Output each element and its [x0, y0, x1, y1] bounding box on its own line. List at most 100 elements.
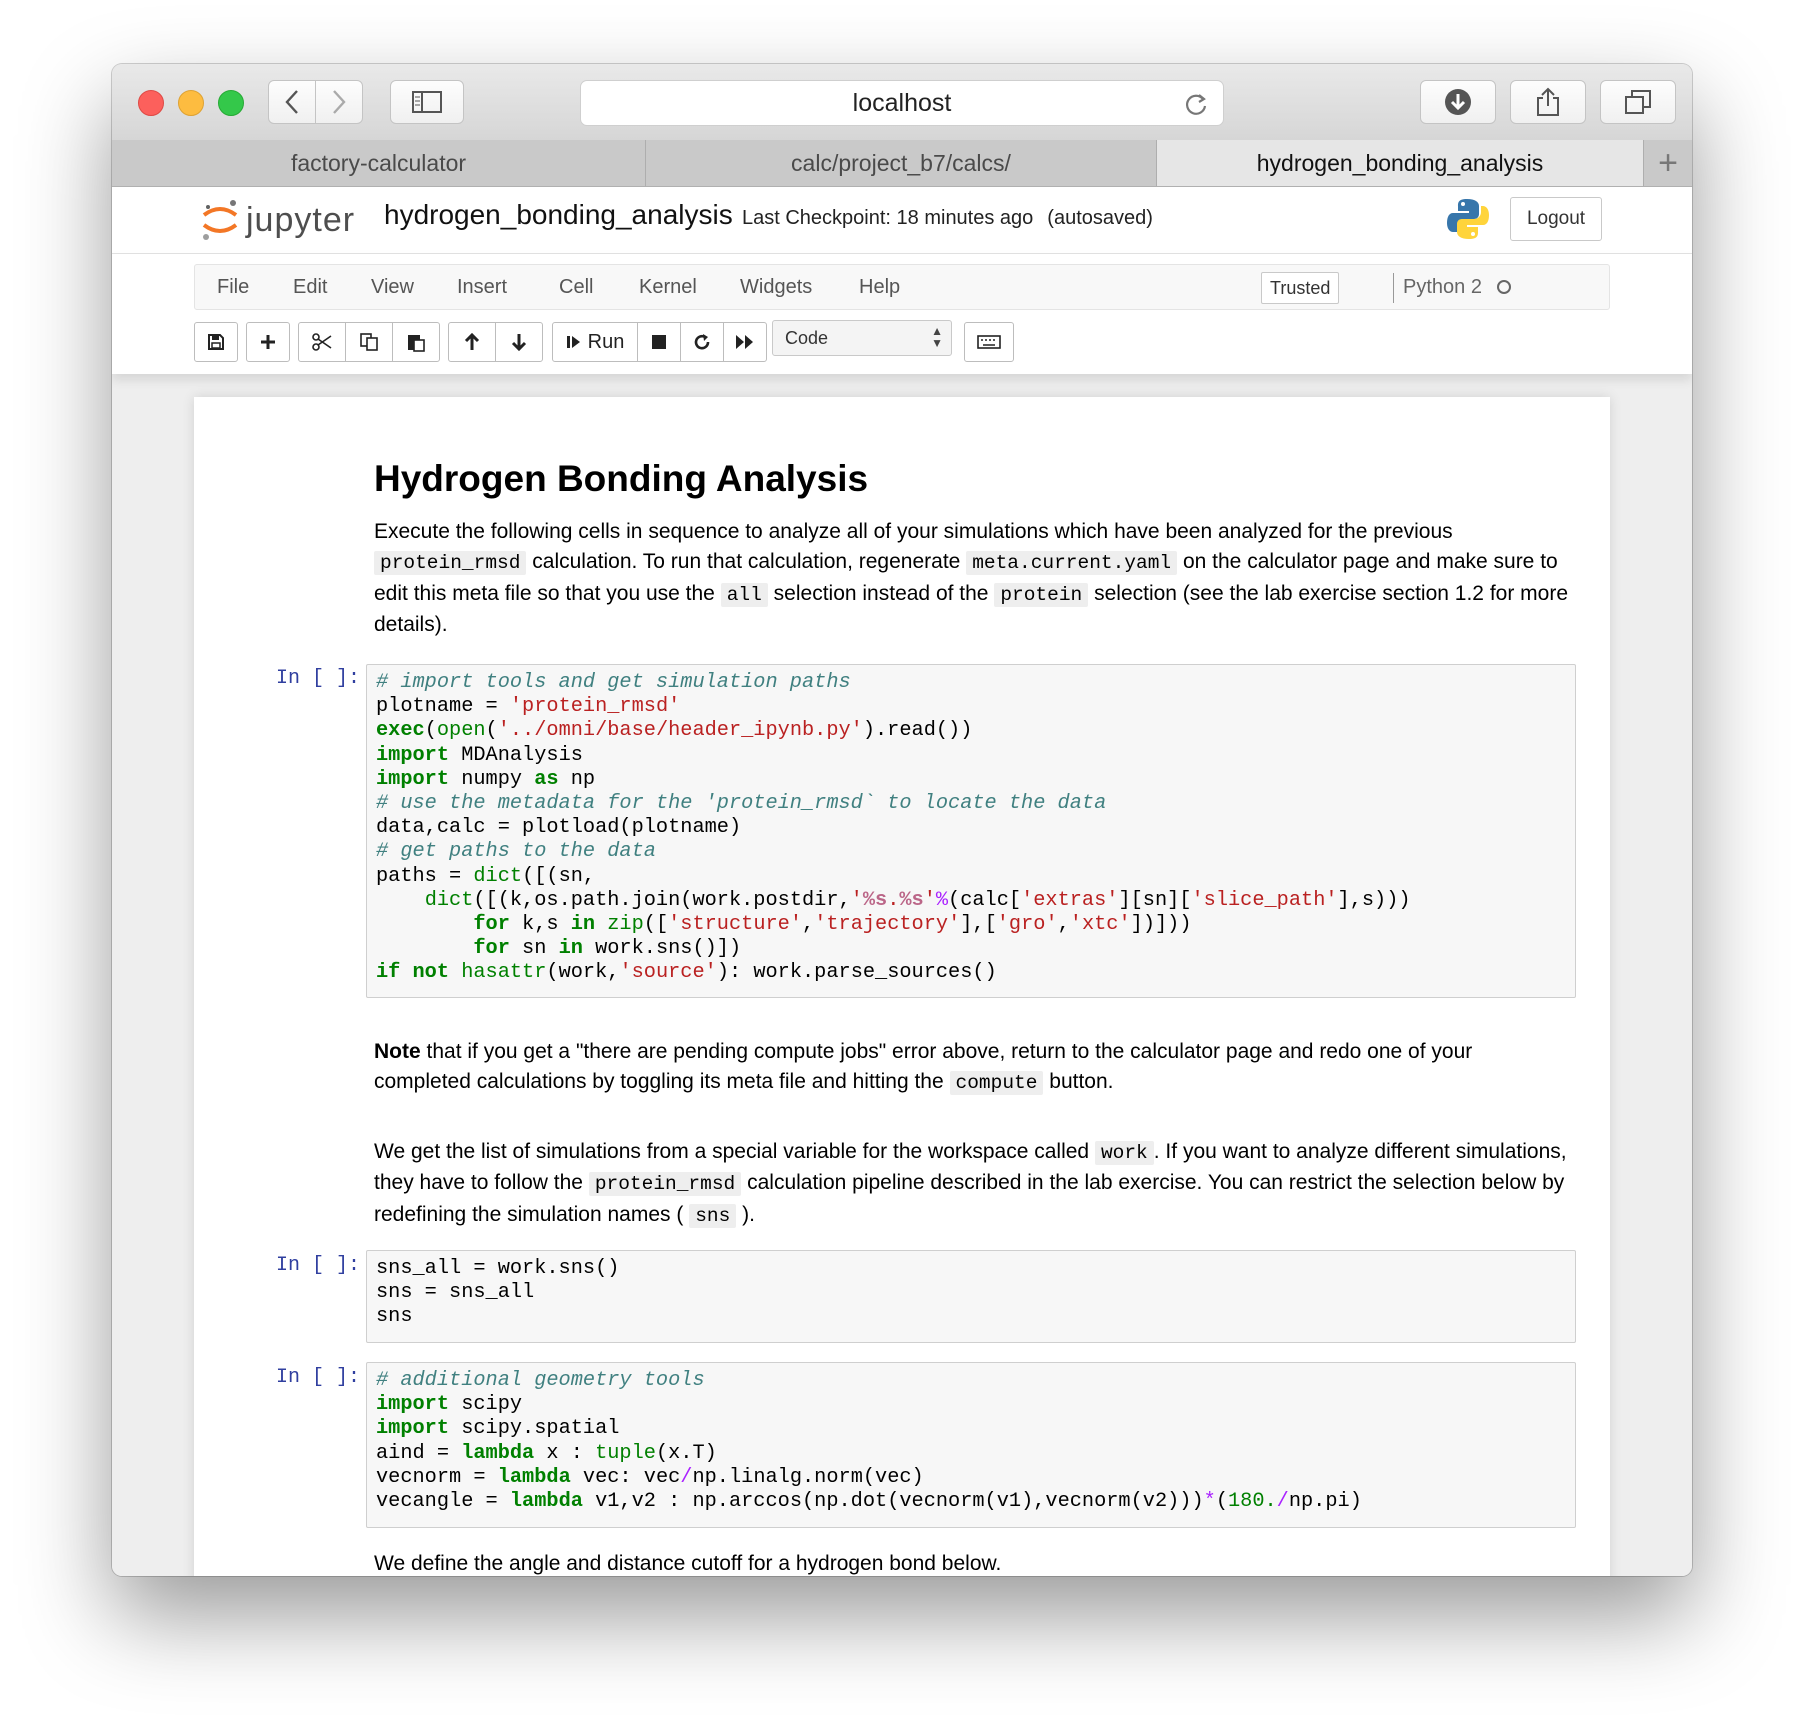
arrow-up-icon [464, 332, 480, 350]
browser-tab-hydrogen-bonding[interactable]: hydrogen_bonding_analysis [1157, 140, 1644, 186]
tabs-overview-icon [1625, 90, 1651, 114]
chevron-left-icon [285, 90, 298, 114]
cell-type-select[interactable]: Code ▲ ▼ [772, 320, 952, 356]
logout-button[interactable]: Logout [1510, 197, 1602, 241]
jupyter-logo-text: jupyter [246, 200, 356, 239]
inline-code-compute: compute [949, 1071, 1044, 1096]
inline-code-protein-rmsd-2: protein_rmsd [588, 1172, 742, 1197]
note-text-2: button. [1049, 1070, 1114, 1094]
menu-insert[interactable]: Insert [457, 276, 507, 299]
code-cell-3-source[interactable]: # additional geometry tools import scipy… [367, 1363, 1575, 1520]
code-cell-3[interactable]: # additional geometry tools import scipy… [366, 1362, 1576, 1528]
menu-help[interactable]: Help [859, 276, 900, 299]
intro-text-4: selection instead of the [773, 581, 989, 605]
cell-type-value: Code [785, 327, 829, 348]
run-label: Run [587, 330, 625, 353]
fast-forward-icon [736, 335, 753, 349]
download-icon [1445, 89, 1471, 115]
restart-kernel-button[interactable] [680, 322, 724, 362]
sidebar-icon [412, 91, 442, 113]
menu-file[interactable]: File [217, 276, 249, 299]
scissors-icon [312, 333, 332, 351]
zoom-window-button[interactable] [218, 90, 244, 116]
keyboard-icon [977, 335, 1001, 349]
intro-paragraph: Execute the following cells in sequence … [374, 517, 1574, 640]
note-bold: Note [374, 1040, 421, 1063]
move-cell-down-button[interactable] [495, 322, 543, 362]
plus-icon: + [1658, 143, 1678, 182]
sim-list-text-4: ). [742, 1202, 755, 1226]
new-tab-button[interactable]: + [1644, 140, 1692, 186]
share-button[interactable] [1510, 80, 1586, 124]
copy-icon [360, 333, 378, 351]
notebook-title: Hydrogen Bonding Analysis [374, 458, 869, 499]
markdown-cell-note[interactable]: Note that if you get a "there are pendin… [374, 1037, 1574, 1099]
sidebar-toggle-button[interactable] [390, 80, 464, 124]
kernel-separator [1393, 273, 1394, 303]
downloads-button[interactable] [1420, 80, 1496, 124]
cell-prompt: In [ ]: [275, 667, 360, 690]
jupyter-page: jupyter hydrogen_bonding_analysis Last C… [112, 187, 1692, 1576]
interrupt-kernel-button[interactable] [637, 322, 681, 362]
notebook-container: Hydrogen Bonding Analysis Execute the fo… [194, 397, 1610, 1576]
restart-icon [694, 334, 710, 350]
menu-kernel[interactable]: Kernel [639, 276, 697, 299]
forward-button[interactable] [315, 80, 363, 124]
code-cell-2-source[interactable]: sns_all = work.sns() sns = sns_all sns [367, 1251, 1575, 1336]
save-button[interactable] [194, 322, 238, 362]
restart-run-all-button[interactable] [723, 322, 767, 362]
jupyter-menubar: File Edit View Insert Cell Kernel Widget… [194, 264, 1610, 310]
jupyter-toolbar-area: File Edit View Insert Cell Kernel Widget… [112, 254, 1692, 374]
markdown-cell-sim-list[interactable]: We get the list of simulations from a sp… [374, 1137, 1574, 1231]
browser-tab-strip: factory-calculator calc/project_b7/calcs… [112, 140, 1692, 187]
url-text: localhost [852, 88, 952, 117]
menu-widgets[interactable]: Widgets [740, 276, 812, 299]
tab-overview-button[interactable] [1600, 80, 1676, 124]
markdown-cell-cutoff[interactable]: We define the angle and distance cutoff … [374, 1549, 1574, 1576]
step-forward-icon [566, 336, 580, 348]
browser-tab-calcs[interactable]: calc/project_b7/calcs/ [646, 140, 1157, 186]
python-logo [1446, 197, 1490, 246]
minimize-window-button[interactable] [178, 90, 204, 116]
inline-code-work: work [1094, 1141, 1154, 1165]
reload-icon[interactable] [1183, 91, 1209, 117]
browser-tab-label: factory-calculator [290, 149, 467, 176]
copy-cell-button[interactable] [345, 322, 393, 362]
browser-titlebar: localhost [112, 64, 1692, 141]
code-cell-1-source[interactable]: # import tools and get simulation paths … [367, 665, 1575, 992]
run-cell-button[interactable]: Run [552, 322, 638, 362]
browser-window: localhost factory-calculator calc/projec… [112, 64, 1692, 1576]
floppy-disk-icon [208, 334, 224, 350]
command-palette-button[interactable] [964, 322, 1014, 362]
kernel-name[interactable]: Python 2 [1403, 276, 1482, 299]
move-cell-up-button[interactable] [448, 322, 496, 362]
jupyter-logo[interactable]: jupyter [200, 197, 355, 243]
code-cell-2[interactable]: sns_all = work.sns() sns = sns_all sns [366, 1250, 1576, 1343]
markdown-cell-intro[interactable]: Hydrogen Bonding Analysis Execute the fo… [374, 457, 1574, 640]
checkpoint-status: Last Checkpoint: 18 minutes ago (autosave… [742, 207, 1153, 230]
insert-cell-button[interactable] [246, 322, 290, 362]
jupyter-header: jupyter hydrogen_bonding_analysis Last C… [112, 187, 1692, 254]
menu-cell[interactable]: Cell [559, 276, 593, 299]
stop-icon [652, 335, 666, 349]
close-window-button[interactable] [138, 90, 164, 116]
intro-text-1: Execute the following cells in sequence … [374, 520, 1453, 543]
share-icon [1537, 87, 1559, 116]
back-button[interactable] [268, 80, 316, 124]
note-paragraph: Note that if you get a "there are pendin… [374, 1037, 1574, 1099]
updown-arrows-icon: ▲ ▼ [931, 324, 943, 350]
notebook-name[interactable]: hydrogen_bonding_analysis [384, 199, 733, 231]
menu-view[interactable]: View [371, 276, 414, 299]
trusted-indicator[interactable]: Trusted [1261, 272, 1340, 304]
python-logo-icon [1447, 199, 1489, 239]
cut-cell-button[interactable] [298, 322, 346, 362]
autosave-status: (autosaved) [1047, 207, 1153, 229]
browser-tab-label: hydrogen_bonding_analysis [1256, 149, 1544, 176]
menu-edit[interactable]: Edit [293, 276, 327, 299]
intro-text-2: calculation. To run that calculation, re… [532, 550, 961, 574]
browser-tab-factory-calculator[interactable]: factory-calculator [112, 140, 646, 186]
inline-code-sns: sns [689, 1203, 737, 1228]
code-cell-1[interactable]: # import tools and get simulation paths … [366, 664, 1576, 998]
paste-cell-button[interactable] [392, 322, 440, 362]
address-bar[interactable]: localhost [580, 80, 1224, 126]
